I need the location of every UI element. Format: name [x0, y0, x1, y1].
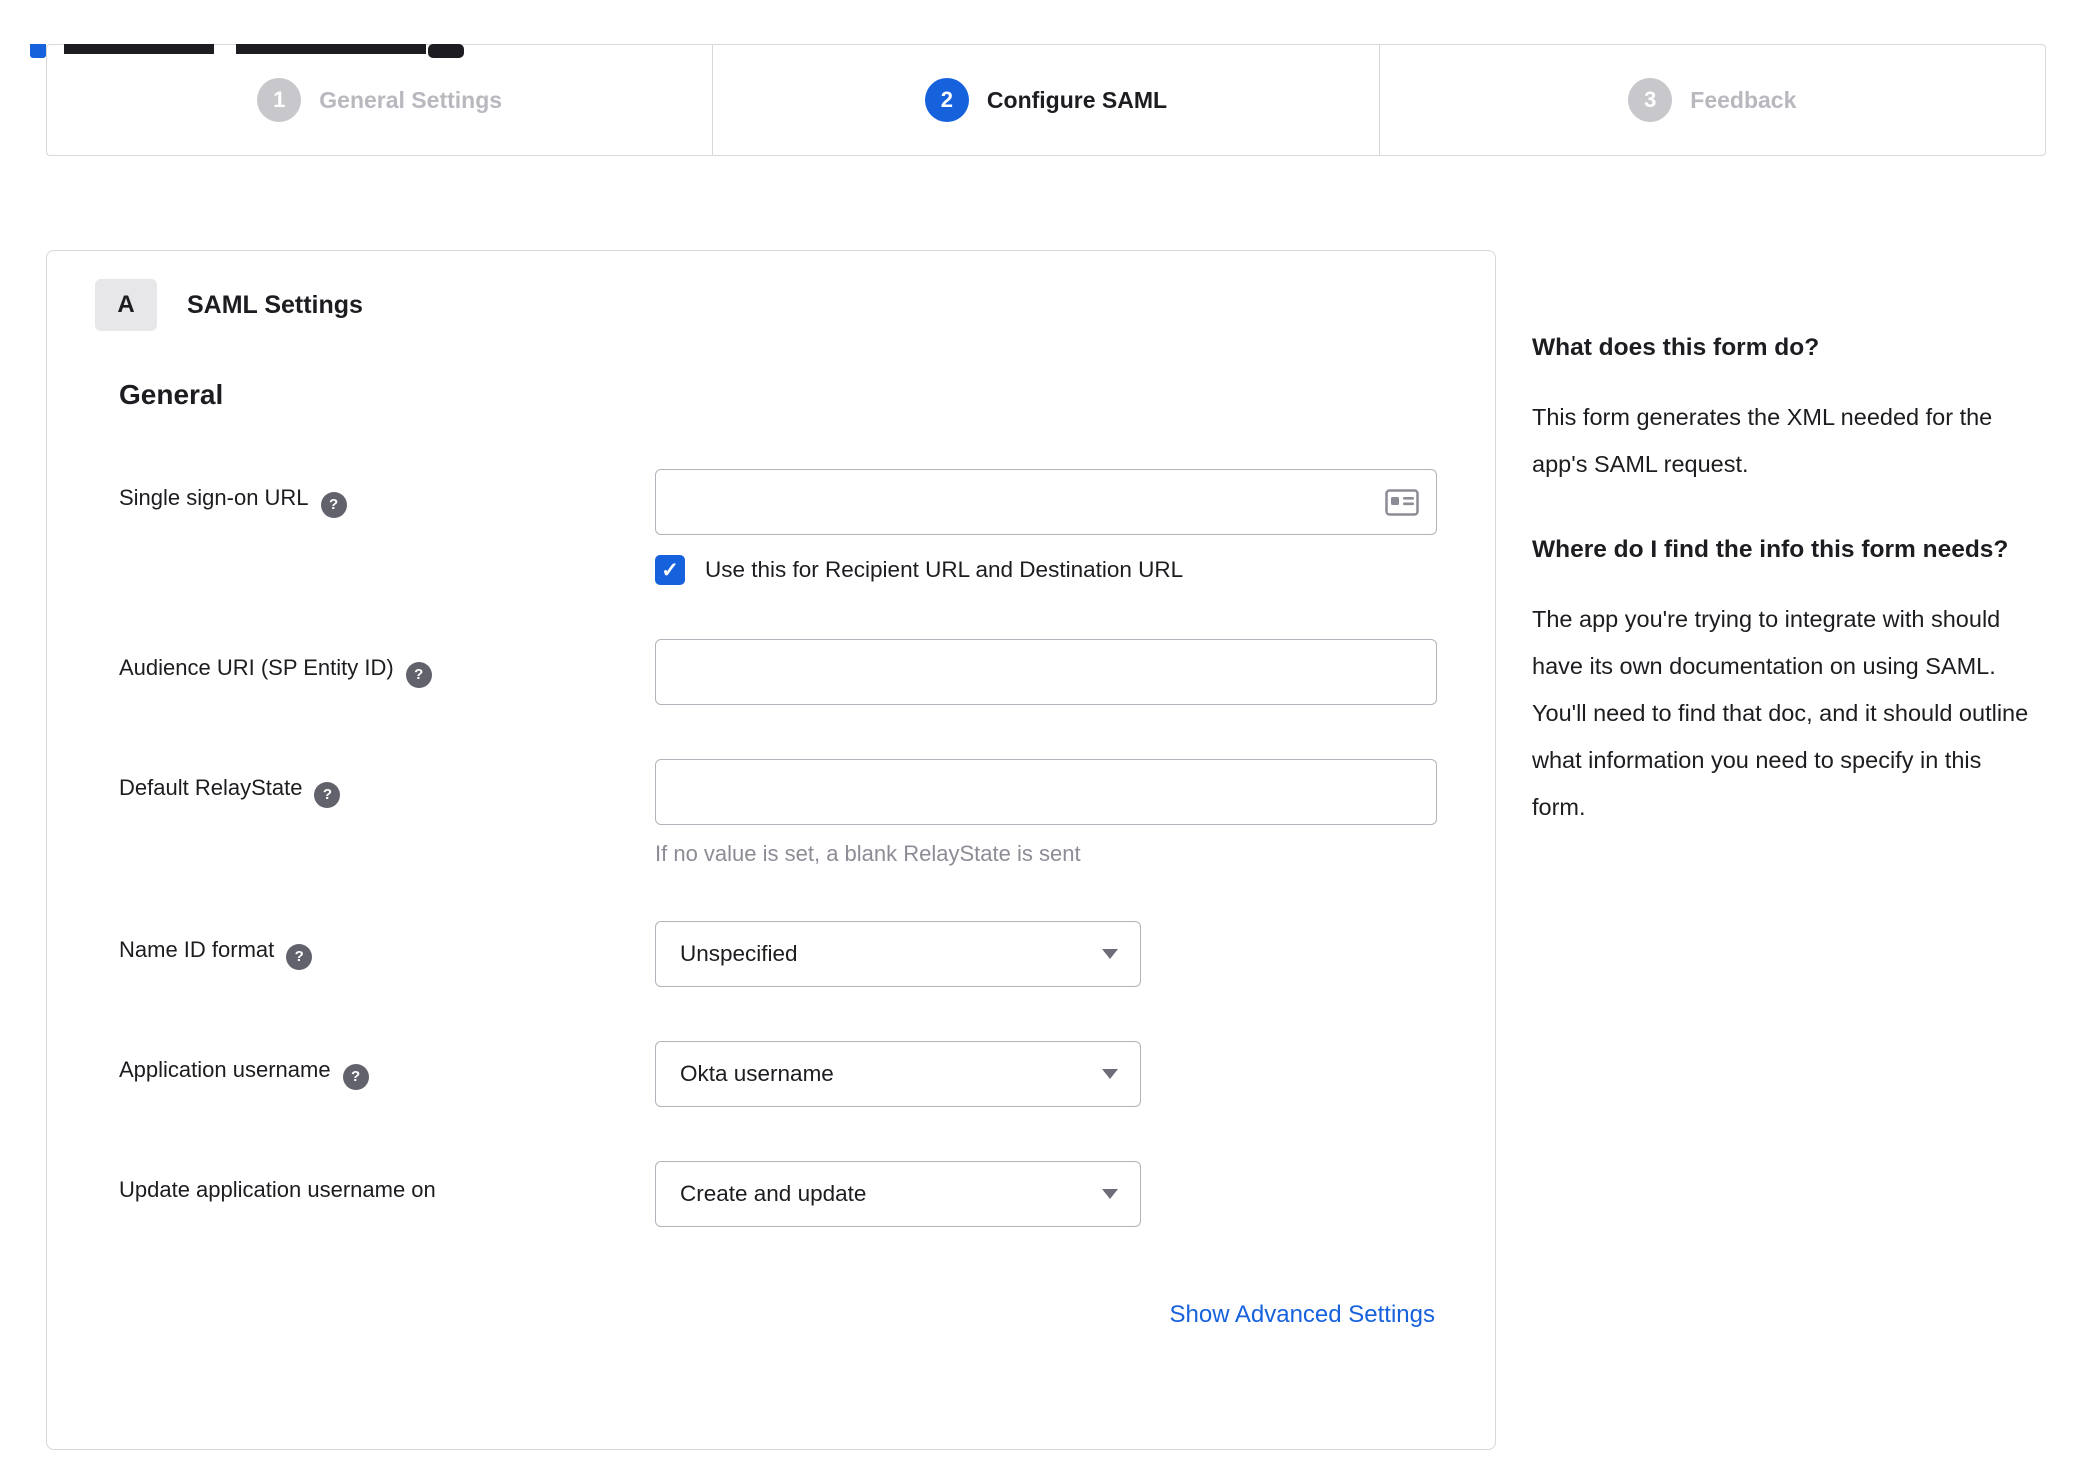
update-app-username-label: Update application username on: [119, 1177, 436, 1202]
help-icon[interactable]: ?: [320, 491, 347, 518]
main-content: A SAML Settings General Single sign-on U…: [46, 250, 2046, 1450]
audience-uri-control-col: [655, 639, 1437, 705]
sso-recipient-checkbox-row: ✓ Use this for Recipient URL and Destina…: [655, 555, 1437, 585]
update-app-username-select[interactable]: Create and update: [655, 1161, 1141, 1227]
advanced-settings-row: Show Advanced Settings: [95, 1301, 1435, 1329]
app-username-label: Application username: [119, 1057, 331, 1082]
app-username-select[interactable]: Okta username: [655, 1041, 1141, 1107]
form-row-app-username: Application username? Okta username: [119, 1041, 1435, 1107]
contact-card-icon[interactable]: [1385, 489, 1419, 516]
clipped-app-logo: [428, 44, 464, 58]
app-username-value: Okta username: [680, 1061, 834, 1086]
app-username-label-col: Application username?: [119, 1041, 655, 1090]
step-number-badge: 1: [257, 78, 302, 122]
help-q1-body: This form generates the XML needed for t…: [1532, 404, 1993, 477]
help-icon[interactable]: ?: [405, 661, 432, 688]
sso-url-input-wrap: [655, 469, 1437, 535]
audience-uri-input[interactable]: [655, 639, 1437, 705]
step-label: Feedback: [1690, 86, 1797, 113]
relay-state-hint: If no value is set, a blank RelayState i…: [655, 841, 1081, 866]
help-icon[interactable]: ?: [342, 1063, 369, 1090]
help-q2-body: The app you're trying to integrate with …: [1532, 606, 2029, 820]
section-a-badge: A: [95, 279, 157, 331]
chevron-down-icon: [1102, 1069, 1118, 1079]
update-app-username-label-col: Update application username on: [119, 1161, 655, 1203]
sso-url-label: Single sign-on URL: [119, 485, 309, 510]
help-icon[interactable]: ?: [314, 781, 341, 808]
clipped-page-header: [0, 44, 2092, 58]
step-number-badge: 3: [1628, 78, 1673, 122]
show-advanced-settings-link[interactable]: Show Advanced Settings: [1169, 1301, 1435, 1328]
step-configure-saml[interactable]: 2 Configure SAML: [712, 45, 1378, 155]
form-row-audience-uri: Audience URI (SP Entity ID)?: [119, 639, 1437, 705]
step-label: General Settings: [319, 86, 503, 113]
sso-url-input[interactable]: [655, 469, 1437, 535]
relay-state-label-col: Default RelayState?: [119, 759, 655, 808]
step-feedback[interactable]: 3 Feedback: [1378, 45, 2045, 155]
section-title: SAML Settings: [187, 290, 363, 319]
update-app-username-control-col: Create and update: [655, 1161, 1435, 1227]
audience-uri-label-col: Audience URI (SP Entity ID)?: [119, 639, 655, 688]
sso-checkbox-label: Use this for Recipient URL and Destinati…: [705, 557, 1184, 582]
form-row-name-id-format: Name ID format? Unspecified: [119, 921, 1435, 987]
relay-state-control-col: If no value is set, a blank RelayState i…: [655, 759, 1437, 867]
saml-settings-card: A SAML Settings General Single sign-on U…: [46, 250, 1496, 1450]
sso-url-control-col: ✓ Use this for Recipient URL and Destina…: [655, 469, 1437, 585]
step-general-settings[interactable]: 1 General Settings: [47, 45, 712, 155]
app-username-control-col: Okta username: [655, 1041, 1435, 1107]
checkmark-icon: ✓: [661, 558, 679, 582]
relay-state-input[interactable]: [655, 759, 1437, 825]
wizard-stepper: 1 General Settings 2 Configure SAML 3 Fe…: [46, 44, 2046, 156]
form-row-update-app-username: Update application username on Create an…: [119, 1161, 1435, 1227]
sso-url-label-col: Single sign-on URL?: [119, 469, 655, 518]
section-header: A SAML Settings: [95, 279, 1435, 331]
relay-state-label: Default RelayState: [119, 775, 303, 800]
help-sidebar: What does this form do? This form genera…: [1532, 250, 2036, 873]
name-id-format-label: Name ID format: [119, 937, 275, 962]
help-q2-title: Where do I find the info this form needs…: [1532, 536, 2009, 563]
name-id-format-select[interactable]: Unspecified: [655, 921, 1141, 987]
form-row-sso-url: Single sign-on URL? ✓ Use this for Recip…: [119, 469, 1437, 585]
clipped-title-text: [64, 44, 214, 54]
name-id-format-label-col: Name ID format?: [119, 921, 655, 970]
clipped-title-text: [236, 44, 426, 54]
help-q1-title: What does this form do?: [1532, 334, 1820, 361]
name-id-format-value: Unspecified: [680, 941, 798, 966]
chevron-down-icon: [1102, 1189, 1118, 1199]
form-row-relay-state: Default RelayState? If no value is set, …: [119, 759, 1437, 867]
audience-uri-label: Audience URI (SP Entity ID): [119, 655, 394, 680]
clipped-blue-glyph: [30, 44, 46, 58]
update-app-username-value: Create and update: [680, 1181, 867, 1206]
name-id-format-control-col: Unspecified: [655, 921, 1435, 987]
step-label: Configure SAML: [986, 86, 1168, 113]
chevron-down-icon: [1102, 949, 1118, 959]
help-icon[interactable]: ?: [286, 943, 313, 970]
sso-recipient-checkbox[interactable]: ✓: [655, 555, 685, 585]
general-group-title: General: [119, 379, 224, 410]
step-number-badge: 2: [924, 78, 969, 122]
